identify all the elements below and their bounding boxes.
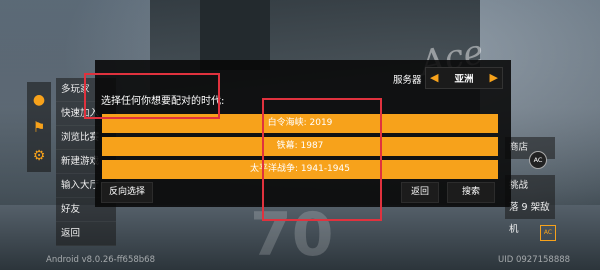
right-item-challenge-desc: 落 9 架敌机 xyxy=(505,197,555,235)
search-button[interactable]: 搜索 xyxy=(447,182,495,203)
group-icon[interactable]: ● xyxy=(31,92,47,108)
back-button[interactable]: 返回 xyxy=(401,182,439,203)
side-item-back[interactable]: 返回 xyxy=(56,222,116,246)
flag-icon[interactable]: ⚑ xyxy=(31,120,47,136)
annotation-box-prompt xyxy=(84,73,220,119)
ac-badge[interactable]: AC xyxy=(529,151,547,169)
version-text: Android v8.0.26-ff658b68 xyxy=(46,255,155,265)
arrow-right-icon[interactable]: ▶ xyxy=(490,70,498,86)
server-label: 服务器 xyxy=(393,75,422,86)
side-icon-strip: ● ⚑ ⚙ xyxy=(27,82,51,172)
uid-text: UID 0927158888 xyxy=(498,255,571,265)
server-selector[interactable]: ◀ 亚洲 ▶ xyxy=(425,67,503,89)
ac-badge-small: AC xyxy=(540,225,556,241)
right-item-challenge[interactable]: 挑战 xyxy=(505,175,555,197)
reverse-select-button[interactable]: 反向选择 xyxy=(101,182,153,203)
right-menu: 商店 挑战 落 9 架敌机 xyxy=(505,137,555,235)
annotation-box-options xyxy=(262,98,382,221)
gear-icon[interactable]: ⚙ xyxy=(31,148,47,164)
